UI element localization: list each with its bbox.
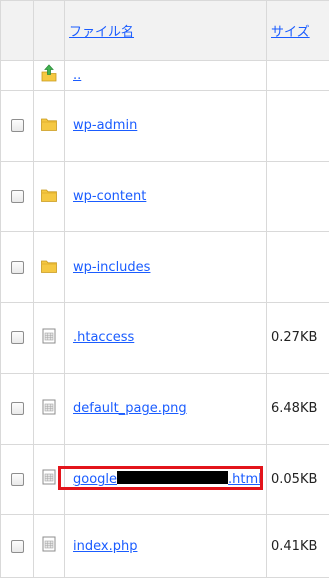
sort-by-size-link[interactable]: サイズ <box>267 25 310 40</box>
table-row: wp-content <box>0 160 329 233</box>
table-row: default_page.png 6.48KB <box>0 372 329 445</box>
file-link-index-php[interactable]: index.php <box>69 539 137 554</box>
header-filename-cell: ファイル名 <box>64 0 267 61</box>
folder-icon <box>41 189 57 202</box>
row-checkbox[interactable] <box>10 331 24 345</box>
file-size <box>266 160 329 233</box>
file-icon <box>42 469 56 485</box>
file-size <box>266 89 329 162</box>
folder-icon <box>41 260 57 273</box>
file-link-google-verification-html[interactable]: google .html <box>69 471 262 488</box>
table-row: wp-includes <box>0 231 329 304</box>
row-checkbox[interactable] <box>10 260 24 274</box>
header-check-cell <box>0 0 34 61</box>
file-link-htaccess[interactable]: .htaccess <box>69 330 134 345</box>
table-row: google .html 0.05KB <box>0 443 329 516</box>
file-link-default-page-png[interactable]: default_page.png <box>69 401 187 416</box>
file-list-table: ファイル名 サイズ .. wp-admin wp-content wp-incl… <box>0 0 329 578</box>
table-row: index.php 0.41KB <box>0 514 329 578</box>
file-link-wp-includes[interactable]: wp-includes <box>69 260 150 275</box>
folder-icon <box>41 118 57 132</box>
header-size-cell: サイズ <box>266 0 329 61</box>
file-icon <box>42 399 56 415</box>
file-size <box>266 231 329 304</box>
header-icon-cell <box>33 0 65 61</box>
table-row: .htaccess 0.27KB <box>0 302 329 374</box>
table-header-row: ファイル名 サイズ <box>0 0 329 61</box>
file-name-suffix: .html <box>228 472 262 488</box>
file-size: 0.27KB <box>266 302 329 374</box>
file-icon <box>42 328 56 344</box>
row-checkbox[interactable] <box>10 190 24 204</box>
file-link-wp-content[interactable]: wp-content <box>69 189 146 204</box>
parent-directory-link[interactable]: .. <box>69 68 81 83</box>
redaction-bar <box>117 471 229 485</box>
file-icon <box>42 536 56 552</box>
file-size: 0.41KB <box>266 514 329 578</box>
parent-directory-row: .. <box>0 59 329 91</box>
sort-by-filename-link[interactable]: ファイル名 <box>65 25 134 40</box>
file-size: 6.48KB <box>266 372 329 445</box>
file-size: 0.05KB <box>266 443 329 516</box>
row-checkbox[interactable] <box>10 119 24 133</box>
up-arrow-folder-icon[interactable] <box>40 64 58 82</box>
row-checkbox[interactable] <box>10 539 24 553</box>
row-checkbox[interactable] <box>10 402 24 416</box>
file-link-wp-admin[interactable]: wp-admin <box>69 118 137 133</box>
table-row: wp-admin <box>0 89 329 162</box>
file-name-prefix: google <box>73 472 118 488</box>
row-checkbox[interactable] <box>10 472 24 486</box>
